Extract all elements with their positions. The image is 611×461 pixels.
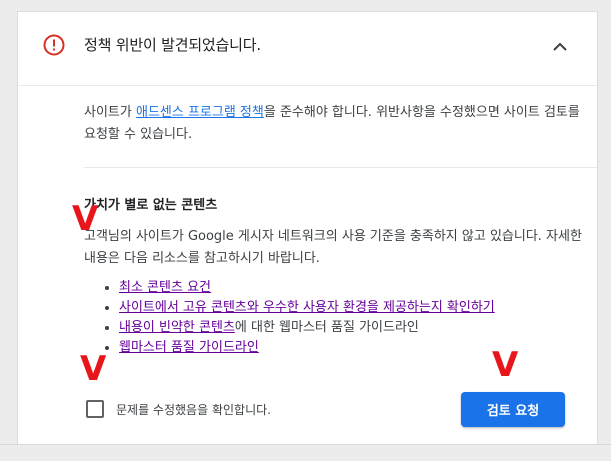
webmaster-guidelines-link[interactable]: 웹마스터 품질 가이드라인	[119, 340, 259, 355]
min-content-requirements-link[interactable]: 최소 콘텐츠 요건	[119, 280, 211, 295]
thin-content-suffix: 에 대한 웹마스터 품질 가이드라인	[234, 320, 419, 335]
bottom-strip	[0, 444, 611, 461]
intro-text: 사이트가 애드센스 프로그램 정책을 준수해야 합니다. 위반사항을 수정했으면…	[84, 102, 584, 146]
checkbox-label: 문제를 수정했음을 확인합니다.	[116, 402, 271, 417]
annotation-mark: V	[80, 349, 107, 389]
thin-content-link[interactable]: 내용이 빈약한 콘텐츠	[119, 320, 235, 335]
adsense-policy-link[interactable]: 애드센스 프로그램 정책	[136, 105, 264, 120]
annotation-mark: V	[492, 345, 519, 385]
card-header[interactable]: 정책 위반이 발견되었습니다.	[18, 12, 597, 86]
chevron-up-icon[interactable]	[548, 35, 572, 59]
intro-prefix: 사이트가	[84, 105, 136, 120]
section-body: 고객님의 사이트가 Google 게시자 네트워크의 사용 기준을 충족하지 않…	[84, 229, 582, 266]
confirm-fixed-checkbox-row[interactable]: 문제를 수정했음을 확인합니다.	[86, 400, 271, 418]
page-background: 정책 위반이 발견되었습니다. 사이트가 애드센스 프로그램 정책을 준수해야 …	[0, 0, 611, 461]
section-divider	[84, 167, 597, 168]
list-item: 웹마스터 품질 가이드라인	[119, 338, 495, 358]
header-title: 정책 위반이 발견되었습니다.	[84, 36, 261, 54]
alert-circle-icon	[43, 34, 65, 56]
request-review-button[interactable]: 검토 요청	[461, 392, 565, 427]
list-item: 사이트에서 고유 콘텐츠와 우수한 사용자 환경을 제공하는지 확인하기	[119, 298, 495, 318]
resource-links-list: 최소 콘텐츠 요건 사이트에서 고유 콘텐츠와 우수한 사용자 환경을 제공하는…	[84, 278, 495, 358]
annotation-mark: V	[72, 199, 99, 239]
confirm-fixed-checkbox[interactable]	[86, 400, 104, 418]
list-item: 내용이 빈약한 콘텐츠에 대한 웹마스터 품질 가이드라인	[119, 318, 495, 338]
unique-content-link[interactable]: 사이트에서 고유 콘텐츠와 우수한 사용자 환경을 제공하는지 확인하기	[119, 300, 495, 315]
list-item: 최소 콘텐츠 요건	[119, 278, 495, 298]
section-title: 가치가 별로 없는 콘텐츠	[84, 198, 218, 213]
